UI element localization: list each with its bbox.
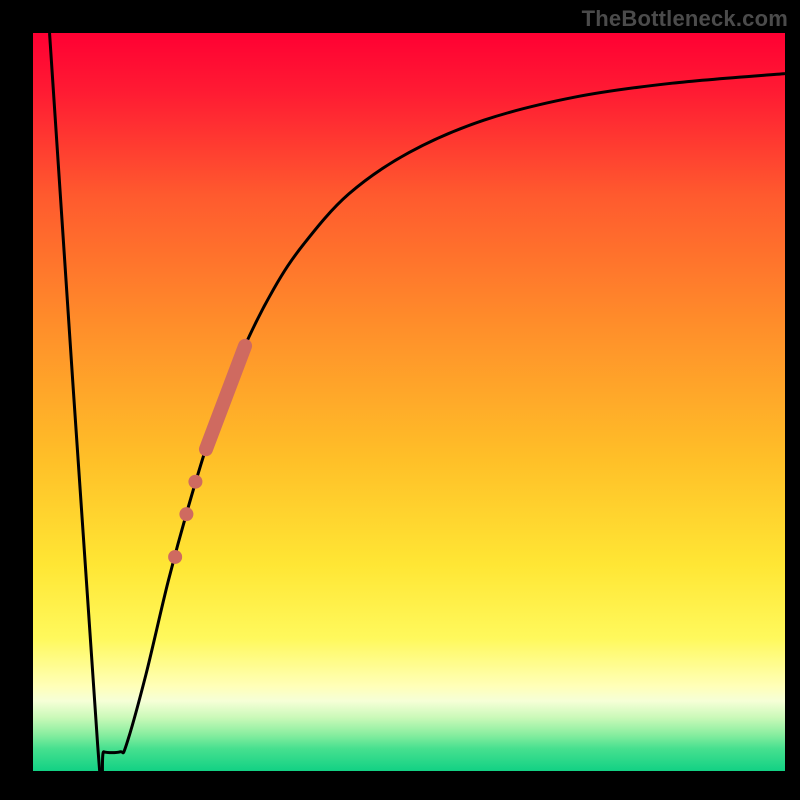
watermark-text: TheBottleneck.com (582, 6, 788, 32)
chart-frame: TheBottleneck.com (0, 0, 800, 800)
highlight-dot (179, 507, 193, 521)
gradient-background (33, 33, 785, 771)
highlight-dot (168, 550, 182, 564)
highlight-dot (188, 475, 202, 489)
bottleneck-chart (33, 33, 785, 771)
plot-area (33, 33, 785, 771)
